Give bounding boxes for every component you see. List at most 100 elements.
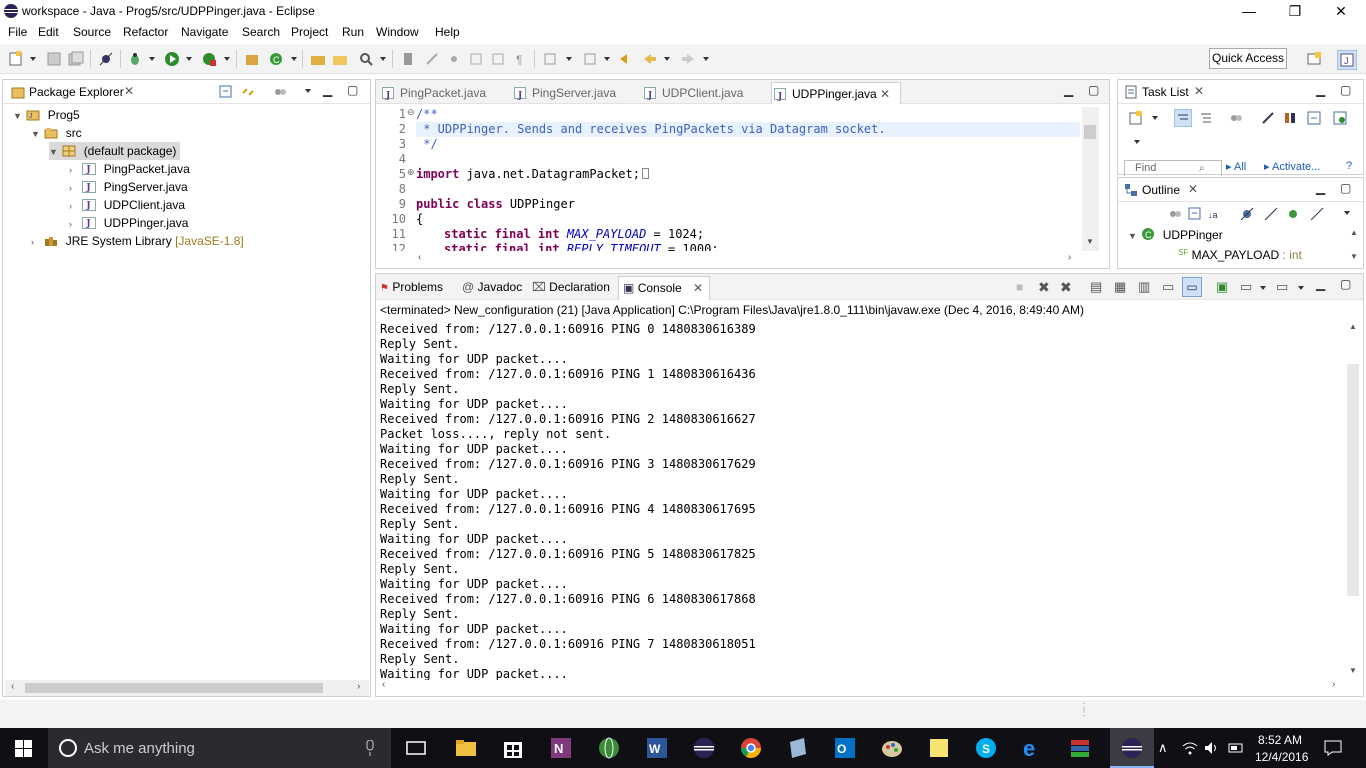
show-on-error-icon[interactable]: ▭ xyxy=(1182,277,1202,297)
pin-icon[interactable] xyxy=(424,51,440,67)
minimize-task-list-icon[interactable]: ▁ xyxy=(1316,83,1325,97)
tree-jre[interactable]: › JRE System Library [JavaSE-1.8] xyxy=(31,232,244,250)
open-console-icon[interactable]: ▭ xyxy=(1276,279,1288,295)
chrome-icon[interactable] xyxy=(739,736,763,760)
new-class-icon[interactable]: C xyxy=(268,51,284,67)
skype-icon[interactable]: S xyxy=(974,736,998,760)
forward-icon[interactable] xyxy=(680,51,696,67)
focus-icon[interactable] xyxy=(1228,110,1244,126)
expand-icon[interactable]: ▼ xyxy=(49,143,59,161)
outline-view-menu-icon[interactable] xyxy=(1344,211,1350,215)
code-area[interactable]: 1 ⊖ /** 2 * UDPPinger. Sends and receive… xyxy=(376,107,1086,251)
last-edit-location-icon[interactable] xyxy=(618,51,634,67)
collapse-icon[interactable]: › xyxy=(69,215,79,233)
word-wrap-icon[interactable]: ▥ xyxy=(1138,279,1150,295)
task-view-icon[interactable] xyxy=(404,736,428,760)
task-find-input[interactable]: Find ⌕ xyxy=(1124,160,1222,176)
categorized-icon[interactable] xyxy=(1174,109,1192,127)
search-tool-icon[interactable] xyxy=(358,51,374,67)
tab-pingpacket[interactable]: PingPacket.java xyxy=(380,82,500,107)
tree-src[interactable]: ▼ src xyxy=(31,124,82,142)
editor-vertical-scrollbar[interactable]: ▼ xyxy=(1082,107,1099,251)
scroll-right-icon[interactable]: › xyxy=(1332,679,1335,690)
back-dropdown-icon[interactable] xyxy=(664,57,670,61)
view-menu-icon[interactable] xyxy=(305,89,311,93)
tab-console[interactable]: ▣ Console ✕ xyxy=(618,276,710,300)
annotation-icon[interactable] xyxy=(400,51,416,67)
task-list-view-menu-icon[interactable] xyxy=(1134,140,1140,144)
show-whitespace-icon[interactable]: ¶ xyxy=(512,51,528,67)
tree-file[interactable]: › PingServer.java xyxy=(69,178,188,197)
tab-declaration[interactable]: ⌧ Declaration xyxy=(532,280,610,294)
search-dropdown-icon[interactable] xyxy=(380,57,386,61)
back-icon[interactable] xyxy=(642,51,658,67)
windows-start-icon[interactable] xyxy=(15,740,32,757)
display-console-dropdown-icon[interactable] xyxy=(1260,286,1266,290)
outline-field-node[interactable]: SF MAX_PAYLOAD : int xyxy=(1178,244,1302,262)
battery-icon[interactable] xyxy=(1228,741,1244,755)
scroll-up-icon[interactable]: ▲ xyxy=(1349,322,1357,331)
maximize-task-list-icon[interactable]: ▢ xyxy=(1340,83,1351,97)
close-button[interactable]: ✕ xyxy=(1318,0,1364,22)
hide-nonpublic-icon[interactable] xyxy=(1288,209,1298,219)
console-output[interactable]: Received from: /127.0.0.1:60916 PING 0 1… xyxy=(376,320,1344,680)
collapse-icon[interactable]: › xyxy=(69,197,79,215)
external-tools-icon[interactable] xyxy=(201,51,217,67)
remove-launch-icon[interactable]: ✖ xyxy=(1038,279,1050,296)
edge-icon[interactable]: e xyxy=(1021,736,1045,760)
debug-dropdown-icon[interactable] xyxy=(149,57,155,61)
menu-search[interactable]: Search xyxy=(242,25,280,39)
hide-fields-icon[interactable] xyxy=(1240,207,1254,221)
run-icon[interactable] xyxy=(164,51,180,67)
eclipse-taskbar-icon[interactable] xyxy=(692,736,716,760)
notepad-icon[interactable] xyxy=(786,736,810,760)
tab-javadoc[interactable]: @ Javadoc xyxy=(462,280,522,294)
tray-up-arrow-icon[interactable]: ∧ xyxy=(1158,740,1168,756)
tab-problems[interactable]: ⚑ Problems xyxy=(380,280,443,294)
editor-horizontal-scrollbar[interactable]: ‹ › xyxy=(416,252,1082,267)
collapse-outline-icon[interactable] xyxy=(1188,207,1202,221)
fold-expand-icon[interactable]: ⊕ xyxy=(407,167,415,178)
store-icon[interactable] xyxy=(501,736,525,760)
new-class-dropdown-icon[interactable] xyxy=(291,57,297,61)
scroll-down-icon[interactable]: ▼ xyxy=(1086,237,1094,246)
onenote-icon[interactable]: N xyxy=(549,736,573,760)
menu-edit[interactable]: Edit xyxy=(38,25,59,39)
previous-edit-icon[interactable] xyxy=(582,51,598,67)
maximize-editor-icon[interactable]: ▢ xyxy=(1088,83,1099,97)
sort-icon[interactable]: ↓a xyxy=(1208,207,1224,221)
scrollbar-thumb[interactable] xyxy=(1084,125,1096,139)
minimize-button[interactable]: — xyxy=(1226,0,1272,22)
link-with-editor-icon[interactable] xyxy=(241,85,255,99)
display-console-icon[interactable]: ▭ xyxy=(1240,279,1252,295)
minimize-view-icon[interactable]: ▁ xyxy=(323,83,332,97)
wifi-icon[interactable] xyxy=(1182,741,1198,755)
terminate-icon[interactable]: ■ xyxy=(1016,280,1023,294)
scroll-down-icon[interactable]: ▼ xyxy=(1349,666,1357,675)
menu-file[interactable]: File xyxy=(8,25,27,39)
save-all-icon[interactable] xyxy=(68,51,84,67)
block-selection-icon[interactable] xyxy=(490,51,506,67)
collapse-icon[interactable]: › xyxy=(69,179,79,197)
console-vertical-scrollbar[interactable]: ▲ ▼ xyxy=(1345,320,1362,680)
scroll-left-icon[interactable]: ‹ xyxy=(418,252,421,263)
console-horizontal-scrollbar[interactable]: ‹ › xyxy=(376,679,1344,694)
previous-edit-dropdown-icon[interactable] xyxy=(604,57,610,61)
horizontal-scrollbar[interactable]: ‹ › xyxy=(5,680,369,696)
hide-static-icon[interactable] xyxy=(1264,207,1278,221)
cortana-search-box[interactable]: Ask me anything xyxy=(48,728,391,768)
hide-completed-icon[interactable] xyxy=(1260,110,1276,126)
file-explorer-icon[interactable] xyxy=(454,736,478,760)
external-tools-dropdown-icon[interactable] xyxy=(224,57,230,61)
tree-file[interactable]: › UDPClient.java xyxy=(69,196,185,215)
expand-icon[interactable]: ▼ xyxy=(1128,227,1138,245)
scroll-right-icon[interactable]: › xyxy=(1068,252,1071,263)
word-icon[interactable]: W xyxy=(645,736,669,760)
toggle-mark-icon[interactable] xyxy=(468,51,484,67)
scroll-up-icon[interactable]: ▲ xyxy=(1350,228,1358,237)
tree-project[interactable]: ▼ J Prog5 xyxy=(13,106,80,124)
focus-active-task-icon[interactable] xyxy=(273,85,287,99)
collapse-tasks-icon[interactable] xyxy=(1306,110,1322,126)
maximize-console-icon[interactable]: ▢ xyxy=(1340,277,1351,291)
scroll-down-icon[interactable]: ▼ xyxy=(1350,252,1358,261)
